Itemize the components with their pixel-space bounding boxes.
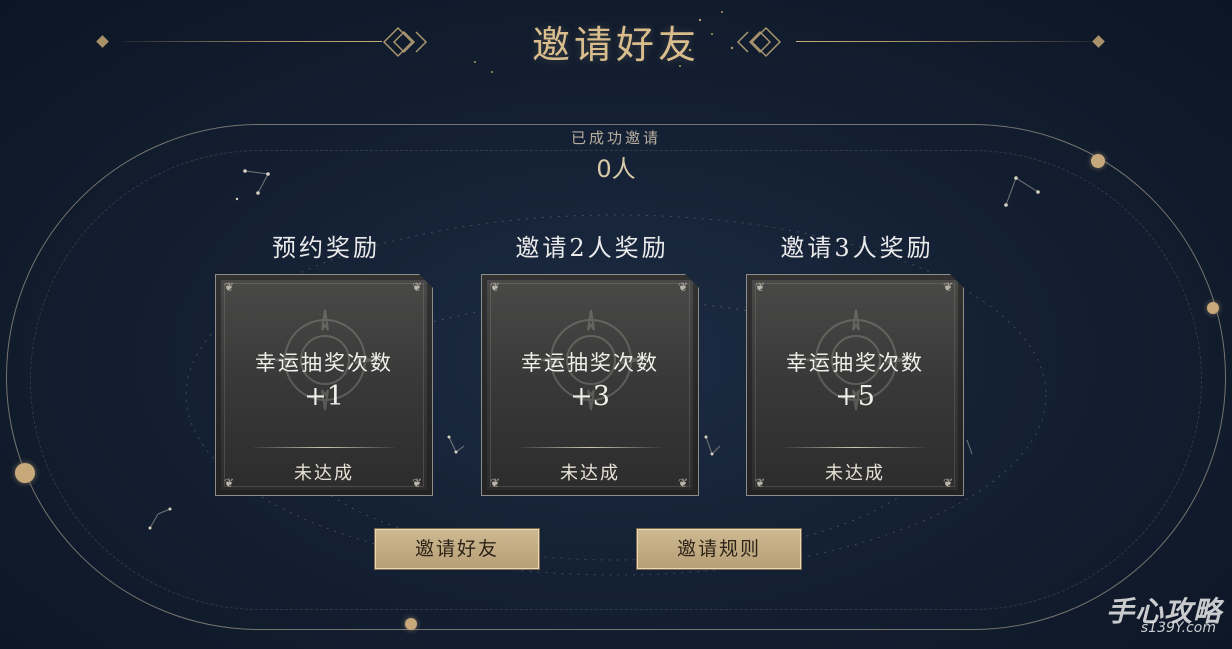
reward-amount: +1	[304, 381, 344, 412]
reward-title-1: 预约奖励	[272, 234, 380, 262]
title-ornament-right-icon	[736, 26, 782, 58]
corner-leaf-icon: ❦	[942, 280, 953, 294]
reward-amount: +5	[835, 381, 875, 412]
card-divider	[250, 447, 398, 448]
reward-title-2: 邀请2人奖励	[515, 234, 669, 262]
orbit-node-bottom	[405, 618, 417, 630]
corner-leaf-icon: ❦	[755, 280, 766, 294]
corner-leaf-icon: ❦	[677, 280, 688, 294]
title-divider-right	[796, 41, 1092, 42]
reward-name: 幸运抽奖次数	[786, 351, 924, 375]
reward-card-1: ❦ ❦ ❦ ❦ 幸运抽奖次数 +1 未达成	[215, 274, 433, 496]
invite-count-label: 已成功邀请	[570, 129, 661, 147]
corner-leaf-icon: ❦	[411, 280, 422, 294]
reward-title-3: 邀请3人奖励	[780, 234, 934, 262]
invite-count-value: 0人	[596, 155, 636, 183]
orbit-node-right	[1207, 302, 1219, 314]
invite-friends-button[interactable]: 邀请好友	[374, 528, 540, 570]
invite-rules-button[interactable]: 邀请规则	[636, 528, 802, 570]
reward-status: 未达成	[294, 463, 354, 484]
reward-card-2: ❦ ❦ ❦ ❦ 幸运抽奖次数 +3 未达成	[481, 274, 699, 496]
watermark-site: s139Y.com	[1140, 620, 1216, 636]
reward-amount: +3	[570, 381, 610, 412]
reward-card-3: ❦ ❦ ❦ ❦ 幸运抽奖次数 +5 未达成	[746, 274, 964, 496]
reward-status: 未达成	[825, 463, 885, 484]
card-divider	[516, 447, 664, 448]
reward-name: 幸运抽奖次数	[255, 351, 393, 375]
reward-status: 未达成	[560, 463, 620, 484]
reward-name: 幸运抽奖次数	[521, 351, 659, 375]
orbit-node-left	[15, 463, 35, 483]
corner-leaf-icon: ❦	[490, 280, 501, 294]
corner-leaf-icon: ❦	[224, 280, 235, 294]
card-divider	[781, 447, 929, 448]
